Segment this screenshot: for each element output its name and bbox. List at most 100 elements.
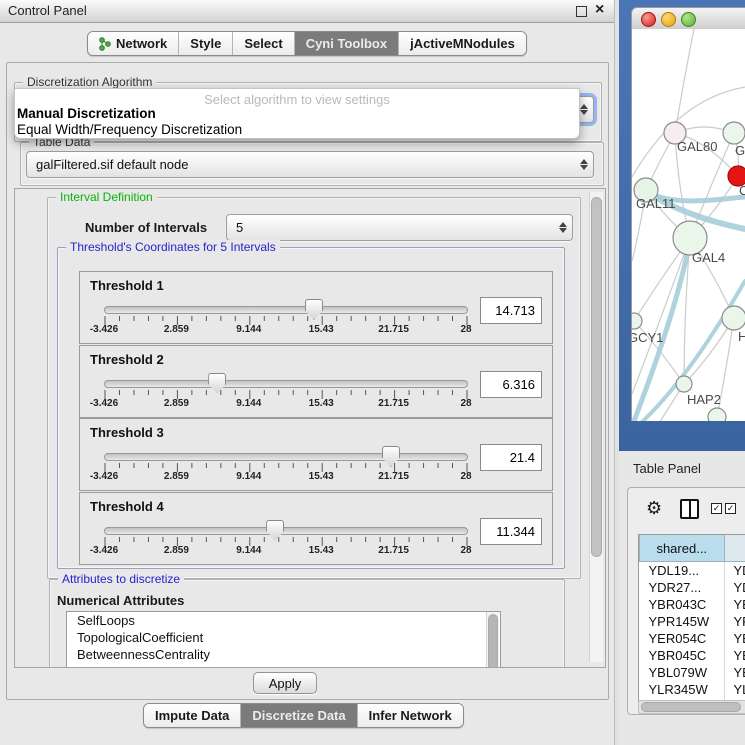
table-horizontal-scrollbar[interactable] [638, 700, 745, 714]
table-cell[interactable]: YDR27... [640, 579, 725, 596]
tick-label: 9.144 [236, 324, 261, 335]
attribute-list-item[interactable]: SelfLoops [67, 612, 500, 629]
gear-icon[interactable]: ⚙ [646, 499, 662, 517]
interval-definition-title: Interval Definition [56, 190, 157, 204]
numerical-attributes-label: Numerical Attributes [57, 593, 184, 608]
network-node-GAL-partial[interactable] [723, 122, 745, 144]
table-cell[interactable]: YPR1 [724, 613, 745, 630]
table-data-combobox[interactable]: galFiltered.sif default node [26, 151, 594, 178]
close-traffic-light[interactable] [641, 12, 656, 27]
tick-label: 28 [460, 324, 471, 335]
network-window-titlebar [631, 7, 745, 31]
threshold-value-field[interactable]: 6.316 [480, 371, 542, 398]
table-cell[interactable]: YBR0 [724, 596, 745, 613]
tick-label: 21.715 [378, 471, 409, 482]
apply-button[interactable]: Apply [253, 672, 317, 694]
table-cell[interactable]: YLR3 [724, 681, 745, 698]
tab-infer-network[interactable]: Infer Network [358, 704, 463, 727]
threshold-slider-track[interactable] [104, 380, 468, 388]
table-cell[interactable]: YDL1 [724, 562, 745, 580]
settings-panel-scrollbar[interactable] [589, 192, 603, 662]
column-header[interactable]: na [724, 535, 745, 562]
threshold-label: Threshold 3 [90, 425, 164, 440]
table-cell[interactable]: YBL0 [724, 664, 745, 681]
top-tab-bar: NetworkStyleSelectCyni ToolboxjActiveMNo… [87, 31, 527, 56]
column-header[interactable]: shared... [640, 535, 725, 562]
table-cell[interactable]: YPR145W [640, 613, 725, 630]
columns-icon[interactable] [680, 499, 699, 519]
threshold-value-field[interactable]: 11.344 [480, 518, 542, 545]
table-row[interactable]: YBL079WYBL0 [640, 664, 745, 681]
table-row[interactable]: YBR043CYBR0 [640, 596, 745, 613]
network-node-HAP2[interactable] [676, 376, 692, 392]
threshold-value-field[interactable]: 21.4 [480, 444, 542, 471]
threshold-slider-track[interactable] [104, 306, 468, 314]
table-cell[interactable]: YDL19... [640, 562, 725, 580]
maximize-traffic-light[interactable] [681, 12, 696, 27]
table-row[interactable]: YPR145WYPR1 [640, 613, 745, 630]
node-label: GA [735, 143, 745, 158]
close-icon[interactable]: × [595, 1, 604, 19]
table-data-value: galFiltered.sif default node [27, 157, 575, 172]
tab-cyni-toolbox[interactable]: Cyni Toolbox [295, 32, 399, 55]
tick-label: -3.426 [90, 398, 118, 409]
tick-label: 15.43 [309, 545, 334, 556]
tab-jactivemnodules[interactable]: jActiveMNodules [399, 32, 526, 55]
attributes-list-scrollbar[interactable] [486, 612, 499, 668]
settings-scroll-panel: Interval Definition Number of Intervals … [14, 188, 606, 668]
bottom-tab-bar: Impute DataDiscretize DataInfer Network [143, 703, 464, 728]
attribute-list-item[interactable]: TopologicalCoefficient [67, 629, 500, 646]
table-cell[interactable]: YBR043C [640, 596, 725, 613]
tick-label: 2.859 [164, 398, 189, 409]
table-cell[interactable]: YBL079W [640, 664, 725, 681]
table-cell[interactable]: YBR0 [724, 647, 745, 664]
table-cell[interactable]: YLR345W [640, 681, 725, 698]
numerical-attributes-list[interactable]: SelfLoopsTopologicalCoefficientBetweenne… [66, 611, 501, 668]
attribute-list-item[interactable]: BetweennessCentrality [67, 646, 500, 663]
network-node-bottom-node[interactable] [708, 408, 726, 421]
tab-impute-data[interactable]: Impute Data [144, 704, 241, 727]
float-window-icon[interactable] [576, 6, 587, 17]
combo-arrows-icon [575, 159, 593, 170]
node-label: GCY1 [632, 330, 663, 345]
table-row[interactable]: YDR27...YDR2 [640, 579, 745, 596]
network-node-H-partial[interactable] [722, 306, 745, 330]
threshold-slider-track[interactable] [104, 527, 468, 535]
table-row[interactable]: YLR345WYLR3 [640, 681, 745, 698]
node-label: C [739, 183, 745, 198]
network-icon [99, 37, 111, 51]
table-row[interactable]: YER054CYER0 [640, 630, 745, 647]
tab-network[interactable]: Network [88, 32, 179, 55]
network-node-GCY1[interactable] [632, 313, 642, 329]
window-title: Control Panel [8, 3, 87, 18]
threshold-value-field[interactable]: 14.713 [480, 297, 542, 324]
threshold-box-2: Threshold 2-3.4262.8599.14415.4321.71528… [79, 345, 553, 418]
table-cell[interactable]: YDR2 [724, 579, 745, 596]
table-cell[interactable]: YER054C [640, 630, 725, 647]
threshold-box-1: Threshold 1-3.4262.8599.14415.4321.71528… [79, 271, 553, 344]
table-row[interactable]: YBR045CYBR0 [640, 647, 745, 664]
tab-select[interactable]: Select [233, 32, 294, 55]
table-row[interactable]: YDL19...YDL1 [640, 562, 745, 580]
tab-discretize-data[interactable]: Discretize Data [241, 704, 357, 727]
node-label: GAL11 [636, 196, 676, 211]
node-label: GAL80 [677, 139, 717, 154]
node-label: HAP2 [687, 392, 721, 407]
attributes-group-title: Attributes to discretize [58, 572, 184, 586]
tab-style[interactable]: Style [179, 32, 233, 55]
popup-item-manual-discretization[interactable]: Manual Discretization [17, 106, 156, 121]
control-panel-titlebar: Control Panel × [0, 0, 614, 23]
tick-label: 21.715 [378, 398, 409, 409]
number-of-intervals-label: Number of Intervals [85, 220, 207, 235]
checkbox-icon[interactable]: ✓ [711, 503, 722, 514]
network-canvas[interactable]: GAL80GACGAL11GAL4GCY1HHAP2 [631, 29, 745, 421]
checkbox-icon[interactable]: ✓ [725, 503, 736, 514]
threshold-box-3: Threshold 3-3.4262.8599.14415.4321.71528… [79, 418, 553, 491]
tick-label: 15.43 [309, 471, 334, 482]
threshold-slider-track[interactable] [104, 453, 468, 461]
table-cell[interactable]: YER0 [724, 630, 745, 647]
minimize-traffic-light[interactable] [661, 12, 676, 27]
popup-item-equal-width-frequency-discretization[interactable]: Equal Width/Frequency Discretization [17, 122, 242, 137]
number-of-intervals-combobox[interactable]: 5 [226, 214, 573, 241]
table-cell[interactable]: YBR045C [640, 647, 725, 664]
